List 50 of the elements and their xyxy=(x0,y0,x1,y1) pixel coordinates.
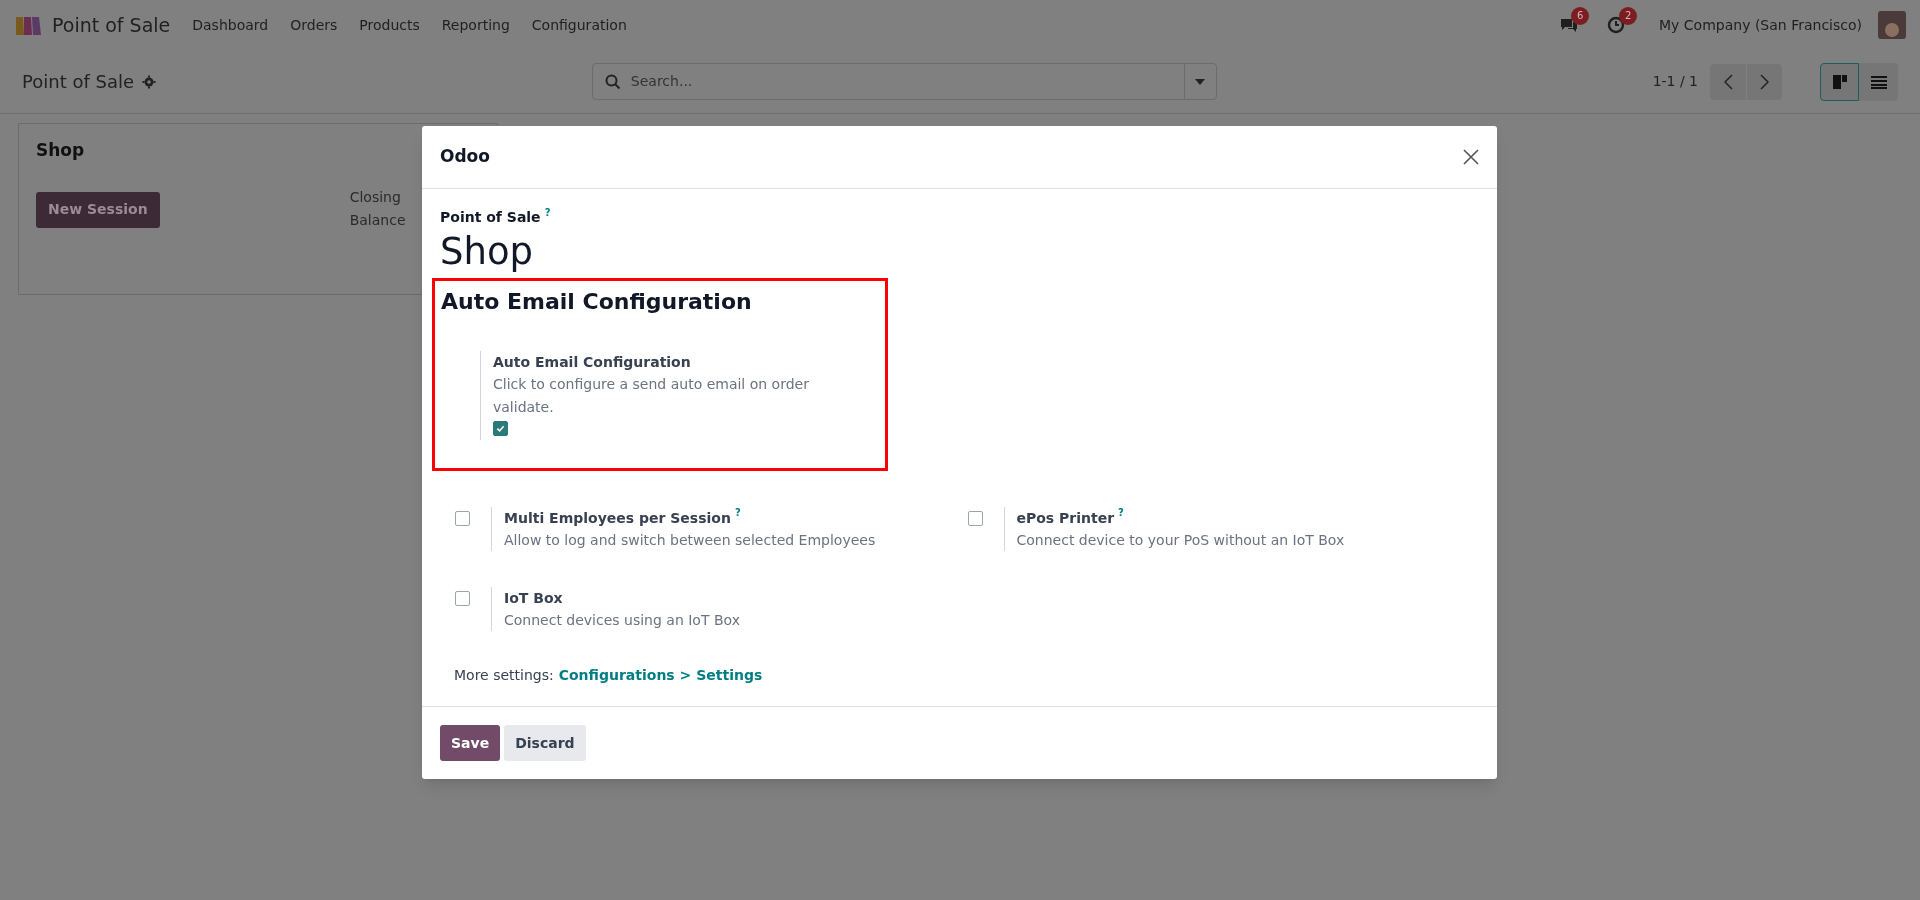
pager-value[interactable]: 1-1 / 1 xyxy=(1652,71,1698,92)
clock-icon[interactable] xyxy=(1607,16,1626,34)
menu-item[interactable]: Configuration xyxy=(531,14,627,36)
setting-title: IoT Box xyxy=(504,589,563,608)
setting-title: Multi Employees per Session xyxy=(504,509,731,528)
menu-item[interactable]: Orders xyxy=(290,14,338,36)
page-title[interactable]: Point of Sale xyxy=(22,68,135,95)
chevron-right-icon xyxy=(1760,73,1769,90)
chevron-left-icon xyxy=(1723,73,1733,90)
app-name[interactable]: Point of Sale xyxy=(52,10,171,40)
checkbox[interactable] xyxy=(455,511,470,526)
new-session-button[interactable]: New Session xyxy=(36,191,160,228)
list-icon xyxy=(1870,74,1887,89)
card-label: Closing xyxy=(349,187,402,207)
help-mark[interactable]: ? xyxy=(734,507,741,519)
view-switch-button[interactable] xyxy=(1820,62,1859,101)
menu-item[interactable]: Dashboard xyxy=(192,14,269,36)
close-icon[interactable] xyxy=(1463,149,1479,165)
caret-icon xyxy=(1195,78,1206,85)
checkbox[interactable] xyxy=(967,511,983,526)
dialog-title: Odoo xyxy=(440,145,490,169)
setting-description: Allow to log and switch between selected Employees xyxy=(504,531,876,550)
checkbox[interactable] xyxy=(493,421,508,436)
discard-button[interactable]: Discard xyxy=(504,725,586,761)
setting-description: Connect devices using an IoT Box xyxy=(504,611,740,630)
search-input[interactable]: Search... xyxy=(630,71,1184,92)
help-mark[interactable]: ? xyxy=(544,207,551,219)
kanban-icon xyxy=(1831,73,1848,90)
card-title: Shop xyxy=(36,139,85,162)
user-avatar[interactable] xyxy=(1878,11,1906,39)
search-field[interactable]: Search... xyxy=(591,63,1217,100)
menu-item[interactable]: Products xyxy=(359,14,420,36)
help-mark[interactable]: ? xyxy=(1118,507,1124,519)
checkbox[interactable] xyxy=(455,591,470,606)
save-button[interactable]: Save xyxy=(440,725,501,761)
setting-description: Click to configure a send auto email on order validate. xyxy=(493,375,810,417)
gear-icon[interactable] xyxy=(142,74,157,89)
search-icon xyxy=(604,73,621,90)
menu-item[interactable]: Reporting xyxy=(441,14,510,36)
count-badge: 6 xyxy=(1571,7,1590,25)
company-name[interactable]: My Company (San Francisco) xyxy=(1659,14,1862,36)
card-label: Balance xyxy=(349,210,406,230)
setting-title: ePos Printer xyxy=(1016,509,1115,528)
setting-title: Auto Email Configuration xyxy=(493,353,692,372)
setting-description: Connect device to your PoS without an IoT Box xyxy=(1016,531,1345,550)
check-icon xyxy=(496,424,505,433)
view-switch-button[interactable] xyxy=(1859,62,1898,101)
more-settings-label: More settings: xyxy=(454,666,554,685)
settings-link[interactable]: Configurations > Settings xyxy=(558,665,763,686)
count-badge: 2 xyxy=(1619,7,1638,25)
